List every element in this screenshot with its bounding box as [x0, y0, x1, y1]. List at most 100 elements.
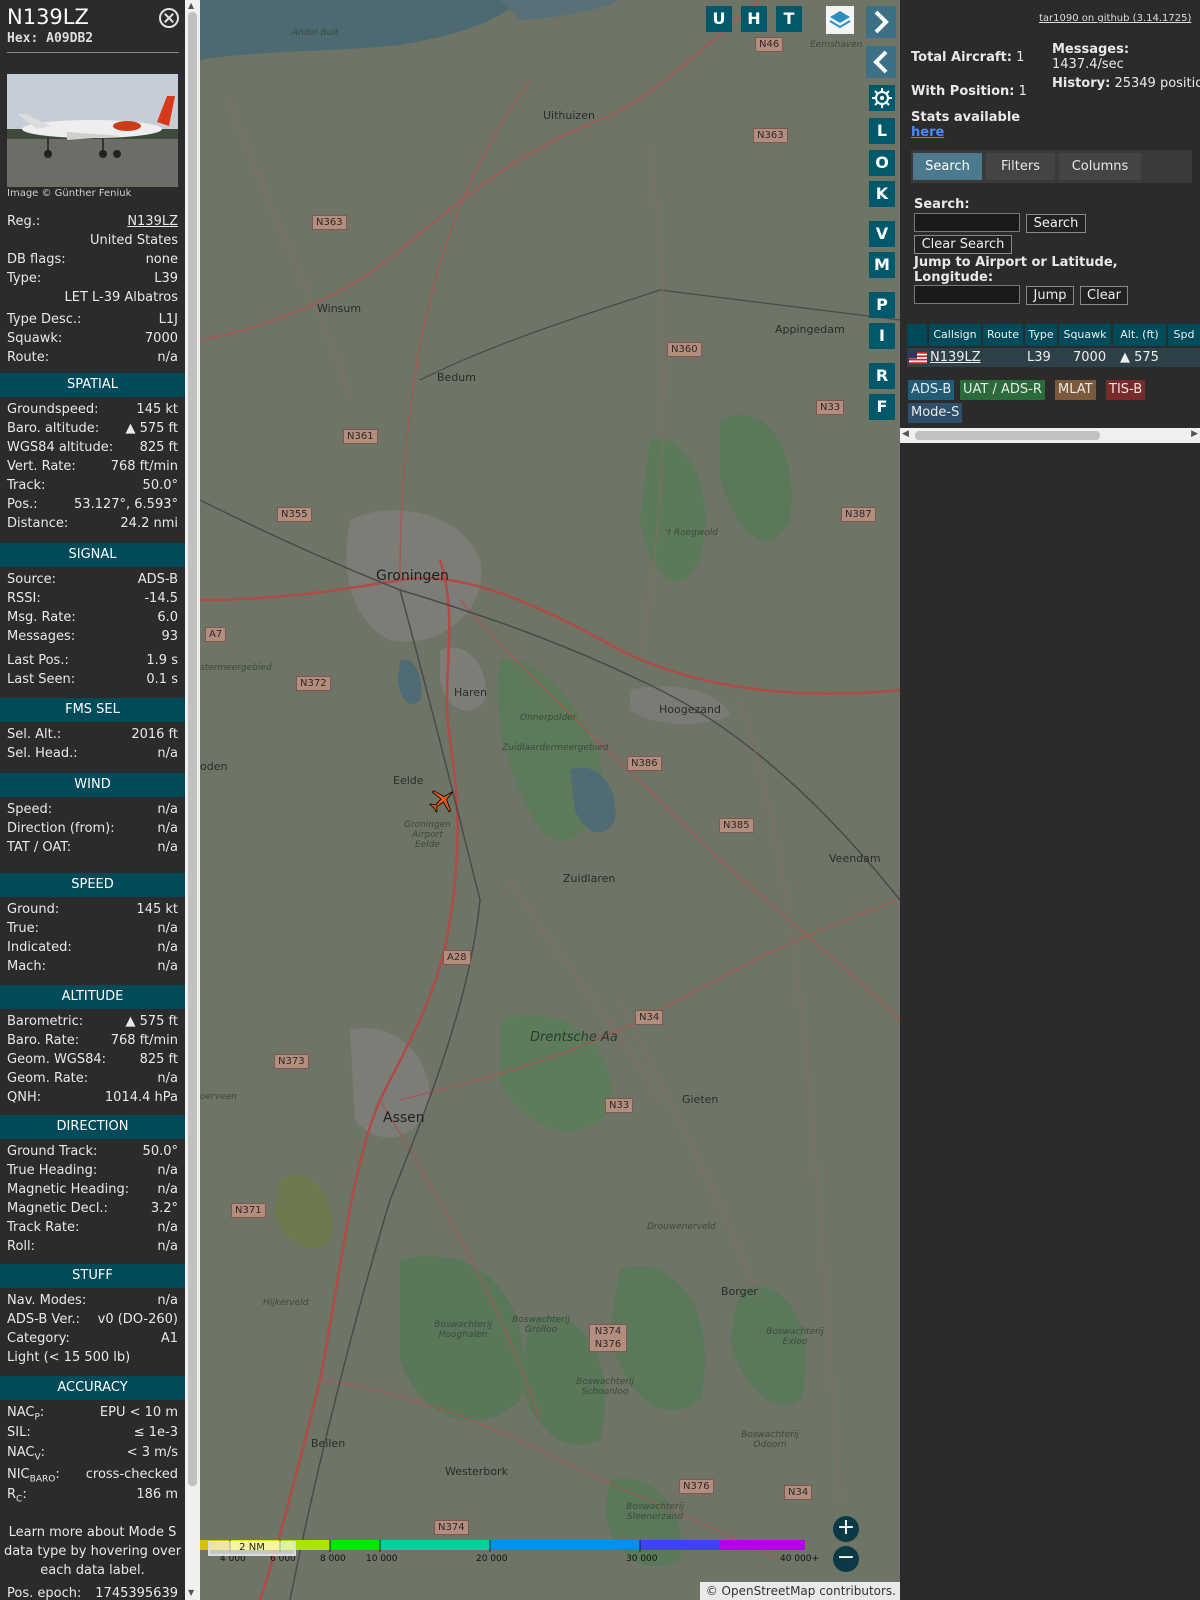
info-row: Distance: 24.2 nmi: [7, 516, 178, 531]
place-label: Groningen: [376, 568, 449, 584]
jump-input[interactable]: [914, 285, 1020, 304]
map-attribution[interactable]: © OpenStreetMap contributors.: [700, 1582, 900, 1600]
nature-label: oerveen: [200, 1092, 237, 1102]
place-label: Eelde: [393, 774, 424, 787]
row-callsign[interactable]: N139LZ: [930, 348, 981, 367]
github-link[interactable]: tar1090 on github (3.14.1725): [1039, 13, 1191, 24]
clear-search-button[interactable]: Clear Search: [914, 235, 1012, 254]
aircraft-photo[interactable]: [7, 74, 178, 187]
altitude-scale-tick: 20 000: [476, 1554, 508, 1564]
nature-label: stermeergebied: [200, 663, 272, 673]
road-shield: N373: [274, 1054, 309, 1069]
place-label: Gieten: [682, 1093, 719, 1106]
source-badge-mode-s: Mode-S: [908, 403, 963, 423]
road-shield: N376: [679, 1479, 714, 1494]
table-horizontal-scrollbar[interactable]: ◀ ▶: [900, 428, 1200, 443]
total-aircraft: Total Aircraft: 1: [911, 50, 1025, 65]
zoom-in-button[interactable]: +: [833, 1516, 859, 1542]
column-header-type[interactable]: Type: [1025, 324, 1057, 346]
toggle-p-button[interactable]: P: [869, 292, 895, 318]
pos-epoch-row: Pos. epoch: 1745395639: [7, 1586, 178, 1600]
info-row: DB flags: none: [7, 252, 178, 267]
row-squawk: 7000: [1073, 350, 1107, 365]
place-label: Haren: [454, 686, 488, 699]
right-panel: tar1090 on github (3.14.1725) Total Airc…: [900, 0, 1200, 1600]
road-shield: N34: [784, 1485, 813, 1500]
road-shield: N33: [605, 1098, 634, 1113]
search-label: Search:: [914, 197, 970, 212]
settings-gear-icon[interactable]: [869, 85, 895, 111]
toggle-o-button[interactable]: O: [869, 150, 895, 176]
collapse-panel-icon[interactable]: [866, 46, 896, 78]
toggle-r-button[interactable]: R: [869, 363, 895, 389]
tab-bar: Search Filters Columns: [911, 150, 1192, 183]
info-row: Vert. Rate: 768 ft/min: [7, 459, 178, 474]
nature-label: Onnerpolder: [520, 713, 577, 723]
road-shield: N34: [635, 1010, 664, 1025]
table-row[interactable]: N139LZ L39 7000 ▲ 575: [907, 348, 1200, 367]
road-shield: N387: [841, 507, 876, 522]
place-label: Uithuizen: [543, 109, 595, 122]
info-row: Barometric: ▲ 575 ft: [7, 1014, 178, 1029]
toggle-k-button[interactable]: K: [869, 181, 895, 207]
zoom-out-button[interactable]: −: [833, 1546, 859, 1572]
toggle-f-button[interactable]: F: [869, 394, 895, 420]
aircraft-marker-icon[interactable]: [428, 785, 458, 815]
info-row: TAT / OAT: n/a: [7, 840, 178, 855]
toggle-u-button[interactable]: U: [706, 6, 732, 32]
search-button[interactable]: Search: [1026, 214, 1086, 233]
learn-more-text: Learn more about Mode S data type by hov…: [3, 1525, 182, 1578]
source-badge-mlat: MLAT: [1055, 380, 1096, 400]
info-row: QNH: 1014.4 hPa: [7, 1090, 178, 1105]
column-header-route[interactable]: Route: [983, 324, 1023, 346]
tab-search[interactable]: Search: [913, 153, 982, 180]
info-row: Magnetic Decl.: 3.2°: [7, 1201, 178, 1216]
place-label: Assen: [383, 1110, 425, 1126]
info-row: Indicated: n/a: [7, 940, 178, 955]
info-row: NACV: < 3 m/s: [7, 1445, 178, 1463]
road-shield: N374 N376: [589, 1324, 627, 1352]
left-panel-scrollbar[interactable]: ▲ ▼: [185, 0, 200, 1600]
info-row: SIL: ≤ 1e-3: [7, 1425, 178, 1440]
info-row: Geom. WGS84: 825 ft: [7, 1052, 178, 1067]
tab-filters[interactable]: Filters: [986, 153, 1055, 180]
nature-label: Boswachterij Schoonloo: [576, 1377, 634, 1397]
column-header[interactable]: [907, 324, 927, 346]
toggle-l-button[interactable]: L: [869, 118, 895, 144]
road-shield: N386: [627, 756, 662, 771]
column-header-altitude[interactable]: Alt. (ft): [1113, 324, 1166, 346]
info-row: Baro. Rate: 768 ft/min: [7, 1033, 178, 1048]
column-header-speed[interactable]: Spd: [1168, 324, 1200, 346]
place-label: Hoogezand: [659, 703, 721, 716]
altitude-scale-tick: 30 000: [626, 1554, 658, 1564]
toggle-h-button[interactable]: H: [741, 6, 767, 32]
map-view[interactable]: Uithuizen Winsum Bedum Groningen Haren H…: [200, 0, 900, 1600]
road-shield: A7: [205, 627, 227, 642]
nature-label: Zuidlaardermeergebied: [502, 743, 609, 753]
close-icon[interactable]: [159, 8, 179, 28]
jump-button[interactable]: Jump: [1026, 286, 1074, 305]
toggle-i-button[interactable]: I: [869, 323, 895, 349]
road-shield: N361: [343, 429, 378, 444]
column-header-squawk[interactable]: Squawk: [1059, 324, 1111, 346]
toggle-v-button[interactable]: V: [869, 221, 895, 247]
place-label: Bedum: [437, 371, 476, 384]
expand-panel-icon[interactable]: [866, 6, 896, 38]
road-shield: N385: [719, 818, 754, 833]
stats-link[interactable]: here: [911, 125, 944, 140]
nature-label: 't Roegwold: [665, 528, 718, 538]
row-altitude: ▲ 575: [1120, 350, 1159, 365]
info-row: Reg.: N139LZ: [7, 214, 178, 229]
tab-columns[interactable]: Columns: [1059, 153, 1141, 180]
clear-button[interactable]: Clear: [1080, 286, 1128, 305]
layers-icon[interactable]: [826, 6, 854, 34]
place-label: Borger: [721, 1285, 758, 1298]
place-label: Eemshaven: [810, 40, 863, 50]
search-input[interactable]: [914, 213, 1020, 232]
column-header-callsign[interactable]: Callsign: [929, 324, 981, 346]
info-row: RSSI: -14.5: [7, 591, 178, 606]
toggle-m-button[interactable]: M: [869, 252, 895, 278]
messages-label: Messages:: [1052, 42, 1130, 57]
info-row: True: n/a: [7, 921, 178, 936]
toggle-t-button[interactable]: T: [776, 6, 802, 32]
